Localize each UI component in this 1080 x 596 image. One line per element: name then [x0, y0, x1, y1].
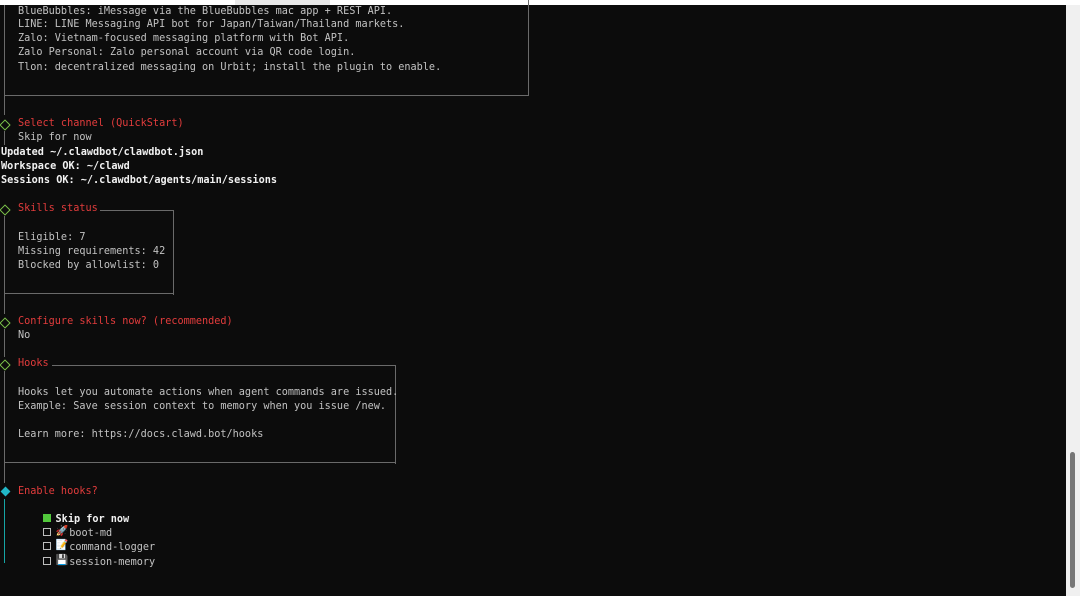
- enable-hooks-title: Enable hooks?: [18, 486, 98, 497]
- hooks-line: Example: Save session context to memory …: [18, 401, 387, 412]
- configure-skills-title: Configure skills now? (recommended): [18, 316, 233, 327]
- skills-status-title: Skills status: [18, 203, 98, 214]
- step-done-icon: [0, 119, 11, 131]
- hook-option-skip[interactable]: Skip for now: [18, 499, 129, 525]
- hooks-title: Hooks: [18, 358, 49, 369]
- gutter-line-active: [4, 499, 5, 563]
- channel-line: Zalo: Vietnam-focused messaging platform…: [18, 33, 350, 44]
- hook-option-command-logger[interactable]: 📝command-logger: [18, 527, 155, 553]
- vertical-scrollbar[interactable]: [1066, 5, 1080, 596]
- terminal-output: BlueBubbles: iMessage via the BlueBubble…: [0, 0, 1066, 596]
- status-line: Updated ~/.clawdbot/clawdbot.json: [1, 147, 204, 158]
- hooks-box-bottom: [4, 462, 395, 463]
- step-active-icon: [0, 486, 11, 497]
- skills-missing: Missing requirements: 42: [18, 246, 166, 257]
- hook-option-label: session-memory: [69, 557, 156, 568]
- configure-skills-answer: No: [18, 330, 31, 341]
- gutter-line: [4, 216, 5, 314]
- skills-eligible: Eligible: 7: [18, 232, 86, 243]
- channel-line: Tlon: decentralized messaging on Urbit; …: [18, 62, 442, 73]
- hooks-line: Hooks let you automate actions when agen…: [18, 387, 399, 398]
- select-channel-title: Select channel (QuickStart): [18, 118, 184, 129]
- hook-option-boot-md[interactable]: 🚀boot-md: [18, 513, 112, 539]
- step-done-icon: [0, 204, 11, 216]
- skills-box-bottom: [4, 293, 173, 294]
- channel-line: Zalo Personal: Zalo personal account via…: [18, 47, 356, 58]
- hook-option-session-memory[interactable]: 💾session-memory: [18, 542, 155, 568]
- gutter-line: [4, 131, 5, 145]
- checkbox[interactable]: [42, 557, 51, 565]
- status-line: Workspace OK: ~/clawd: [1, 161, 130, 172]
- gutter-line: [4, 329, 5, 357]
- channel-line: LINE: LINE Messaging API bot for Japan/T…: [18, 19, 405, 30]
- hooks-box-border: [52, 365, 396, 464]
- channel-line: BlueBubbles: iMessage via the BlueBubble…: [18, 6, 393, 17]
- scrollbar-thumb[interactable]: [1070, 452, 1075, 588]
- step-done-icon: [0, 359, 11, 371]
- gutter-line: [4, 371, 5, 483]
- select-channel-answer: Skip for now: [18, 132, 92, 143]
- step-done-icon: [0, 317, 11, 329]
- skills-blocked: Blocked by allowlist: 0: [18, 260, 160, 271]
- hooks-learn-more: Learn more: https://docs.clawd.bot/hooks: [18, 429, 264, 440]
- floppy-disk-icon: 💾: [55, 555, 69, 566]
- status-line: Sessions OK: ~/.clawdbot/agents/main/ses…: [1, 175, 278, 186]
